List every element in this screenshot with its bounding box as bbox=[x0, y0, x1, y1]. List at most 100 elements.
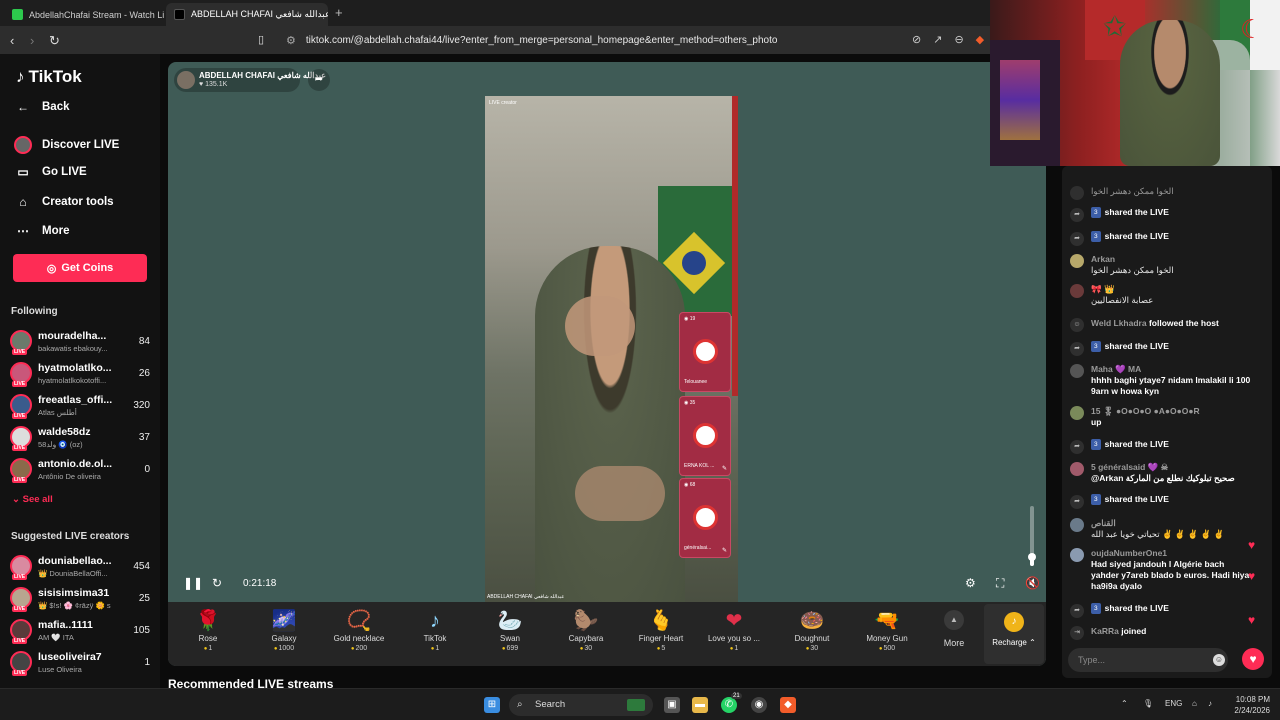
suggested-account[interactable]: LIVE mafia..1111 AM 🤍 ITA 105 bbox=[10, 617, 150, 645]
refresh-icon[interactable]: ↻ bbox=[212, 576, 222, 590]
brave-shield-icon[interactable]: ◆ bbox=[976, 33, 984, 46]
fullscreen-icon[interactable]: ⛶ bbox=[996, 576, 1004, 591]
chat-text: shared the LIVE bbox=[1104, 207, 1169, 217]
brave-browser-icon[interactable]: ◆ bbox=[780, 697, 796, 713]
following-account[interactable]: LIVE hyatmolatlko... hyatmolatlkokotoffi… bbox=[10, 360, 150, 388]
guest-tile[interactable]: ◉ 35 ERNA KOL ... ✎ bbox=[679, 396, 731, 476]
chat-username[interactable]: Arkan bbox=[1091, 254, 1261, 265]
chat-username[interactable]: Maha 💜 MA bbox=[1091, 364, 1261, 375]
task-view-icon[interactable]: ▣ bbox=[664, 697, 680, 713]
gift-price: 1 bbox=[399, 645, 471, 652]
pause-icon[interactable]: ❚❚ bbox=[183, 576, 203, 590]
guest-tile[interactable]: ◉ 19 Telouanee bbox=[679, 312, 731, 392]
file-explorer-icon[interactable]: ▬ bbox=[692, 697, 708, 713]
suggested-account[interactable]: LIVE luseoliveira7 Luse Oliveira 1 bbox=[10, 649, 150, 677]
gift-more-button[interactable]: ▲ More bbox=[938, 610, 970, 648]
search-icon: ⌕ bbox=[517, 699, 523, 710]
network-icon[interactable]: ⌂ bbox=[1192, 699, 1197, 708]
pentagram-icon: ✩ bbox=[1103, 11, 1127, 42]
gift-swan[interactable]: 🦢 Swan 699 bbox=[474, 608, 546, 652]
browser-tab-tiktok[interactable]: ABDELLAH CHAFAI عبدالله شافعي ✕ bbox=[166, 3, 328, 26]
nav-more[interactable]: ⋯ More bbox=[14, 224, 69, 238]
gift-finger-heart[interactable]: 🫰 Finger Heart 5 bbox=[625, 608, 697, 652]
gift-galaxy[interactable]: 🌌 Galaxy 1000 bbox=[248, 608, 320, 652]
bookmark-icon[interactable]: ▯ bbox=[258, 33, 264, 46]
following-account[interactable]: LIVE antonio.de.ol... Antônio De oliveir… bbox=[10, 456, 150, 484]
chat-username[interactable]: oujdaNumberOne1 bbox=[1091, 548, 1261, 559]
viewer-count: 320 bbox=[133, 400, 150, 411]
gift-money-gun[interactable]: 🔫 Money Gun 500 bbox=[851, 608, 923, 652]
get-coins-button[interactable]: ◎ Get Coins bbox=[13, 254, 147, 282]
gift-tiktok[interactable]: ♪ TikTok 1 bbox=[399, 608, 471, 652]
recharge-label: Recharge ⌃ bbox=[984, 638, 1044, 647]
gift-capybara[interactable]: 🦫 Capybara 30 bbox=[550, 608, 622, 652]
volume-knob[interactable] bbox=[1028, 553, 1036, 561]
tray-chevron-icon[interactable]: ⌃ bbox=[1121, 699, 1128, 708]
windows-taskbar: ⊞ ⌕ Search ▣ ▬ ✆ 21 ◉ ◆ ⌃ 🎙 ENG ⌂ ♪ 10:0… bbox=[0, 688, 1280, 720]
share-button[interactable]: ➦ bbox=[308, 69, 330, 91]
account-subtitle: hyatmolatlkokotoffi... bbox=[38, 376, 107, 385]
guest-tile[interactable]: ◉ 68 généralsai... ✎ bbox=[679, 478, 731, 558]
account-subtitle: bakawatis ebakouy... bbox=[38, 344, 108, 353]
rose-icon: 🌹 bbox=[195, 610, 221, 632]
nav-discover-live[interactable]: Discover LIVE bbox=[14, 136, 119, 154]
nav-creator-tools[interactable]: ⌂ Creator tools bbox=[14, 195, 113, 209]
browser-tab-streamcharts[interactable]: AbdellahChafai Stream - Watch Live o bbox=[4, 3, 164, 26]
viewer-count: 454 bbox=[133, 561, 150, 572]
forward-nav-icon[interactable]: › bbox=[30, 33, 34, 48]
windows-start-icon[interactable]: ⊞ bbox=[484, 697, 500, 713]
mute-icon[interactable]: 🔇 bbox=[1025, 576, 1040, 590]
nav-back[interactable]: ← Back bbox=[14, 100, 70, 114]
tracking-off-icon[interactable]: ⊘ bbox=[912, 33, 921, 46]
url-text: tiktok.com/@abdellah.chafai44/live?enter… bbox=[305, 34, 778, 46]
tab-title: ABDELLAH CHAFAI عبدالله شافعي bbox=[191, 9, 328, 19]
love-heart-icon: ❤ bbox=[725, 610, 743, 632]
host-info-pill[interactable]: ABDELLAH CHAFAI عبدالله شافعي ♥ 135.1K bbox=[174, 68, 326, 92]
floating-heart-icon: ♥ bbox=[1248, 538, 1256, 552]
gift-rose[interactable]: 🌹 Rose 1 bbox=[172, 608, 244, 652]
new-tab-button[interactable]: + bbox=[335, 5, 343, 20]
suggested-account[interactable]: LIVE sisisimsima31 👑 $!s! 🌸 ¢rāzÿ 🌼 s 25 bbox=[10, 585, 150, 613]
tiktok-logo[interactable]: ♪ TikTok bbox=[16, 67, 82, 87]
logo-text: TikTok bbox=[28, 67, 82, 86]
account-subtitle: 👑 $!s! 🌸 ¢rāzÿ 🌼 s bbox=[38, 601, 111, 610]
chat-username[interactable]: 15 🎖 ●O●O●O ●A●O●O●R bbox=[1091, 406, 1261, 417]
following-account[interactable]: LIVE mouradelha... bakawatis ebakouy... … bbox=[10, 328, 150, 356]
chat-username[interactable]: القناص bbox=[1091, 518, 1261, 529]
chat-username[interactable]: KaRRa bbox=[1091, 626, 1119, 636]
site-info-icon[interactable]: ⚙ bbox=[286, 34, 296, 47]
chat-username[interactable]: 5 généralsaid 💜 ☠ bbox=[1091, 462, 1261, 473]
back-nav-icon[interactable]: ‹ bbox=[10, 33, 14, 48]
chat-username[interactable]: Weld Lkhadra bbox=[1091, 318, 1147, 328]
nav-go-live[interactable]: ▭ Go LIVE bbox=[14, 165, 86, 179]
gift-box-icon[interactable]: ♥ bbox=[1242, 648, 1264, 670]
account-name: freeatlas_offi... bbox=[38, 394, 113, 406]
recharge-button[interactable]: ♪ Recharge ⌃ bbox=[984, 604, 1044, 664]
chat-input[interactable]: Type... bbox=[1068, 648, 1228, 672]
zoom-icon[interactable]: ⊖ bbox=[954, 33, 963, 46]
taskbar-clock[interactable]: 10:08 PM 2/24/2026 bbox=[1228, 694, 1270, 716]
following-account[interactable]: LIVE walde58dz 58ولد 🧿 (oz) 37 bbox=[10, 424, 150, 452]
gift-love-you-so[interactable]: ❤ Love you so ... 1 bbox=[698, 608, 770, 652]
chat-username[interactable]: 🎀 👑 bbox=[1091, 284, 1261, 295]
emoji-icon[interactable]: ☺ bbox=[1213, 654, 1225, 666]
gift-doughnut[interactable]: 🍩 Doughnut 30 bbox=[776, 608, 848, 652]
obs-icon[interactable]: ◉ bbox=[751, 697, 767, 713]
suggested-account[interactable]: LIVE douniabellao... 👑 DouniaBellaOffi..… bbox=[10, 553, 150, 581]
tab-title: AbdellahChafai Stream - Watch Live o bbox=[29, 9, 164, 20]
volume-tray-icon[interactable]: ♪ bbox=[1208, 699, 1212, 708]
gift-gold-necklace[interactable]: 📿 Gold necklace 200 bbox=[323, 608, 395, 652]
following-account[interactable]: LIVE freeatlas_offi... Atlas أطلس 320 bbox=[10, 392, 150, 420]
see-all-link[interactable]: ⌄ See all bbox=[12, 494, 53, 505]
language-indicator[interactable]: ENG bbox=[1165, 699, 1182, 708]
viewer-count: 37 bbox=[138, 432, 150, 443]
url-field[interactable]: ⚙ tiktok.com/@abdellah.chafai44/live?ent… bbox=[280, 30, 980, 50]
microphone-icon[interactable]: 🎙 bbox=[1143, 699, 1153, 708]
taskbar-search[interactable]: ⌕ Search bbox=[509, 694, 653, 716]
whatsapp-icon[interactable]: ✆ bbox=[721, 697, 737, 713]
share-page-icon[interactable]: ↗ bbox=[933, 33, 942, 46]
mic-muted-icon: ✎ bbox=[721, 466, 727, 472]
volume-slider[interactable] bbox=[1028, 506, 1036, 566]
settings-icon[interactable]: ⚙ bbox=[965, 576, 976, 590]
reload-icon[interactable]: ↻ bbox=[49, 33, 60, 49]
